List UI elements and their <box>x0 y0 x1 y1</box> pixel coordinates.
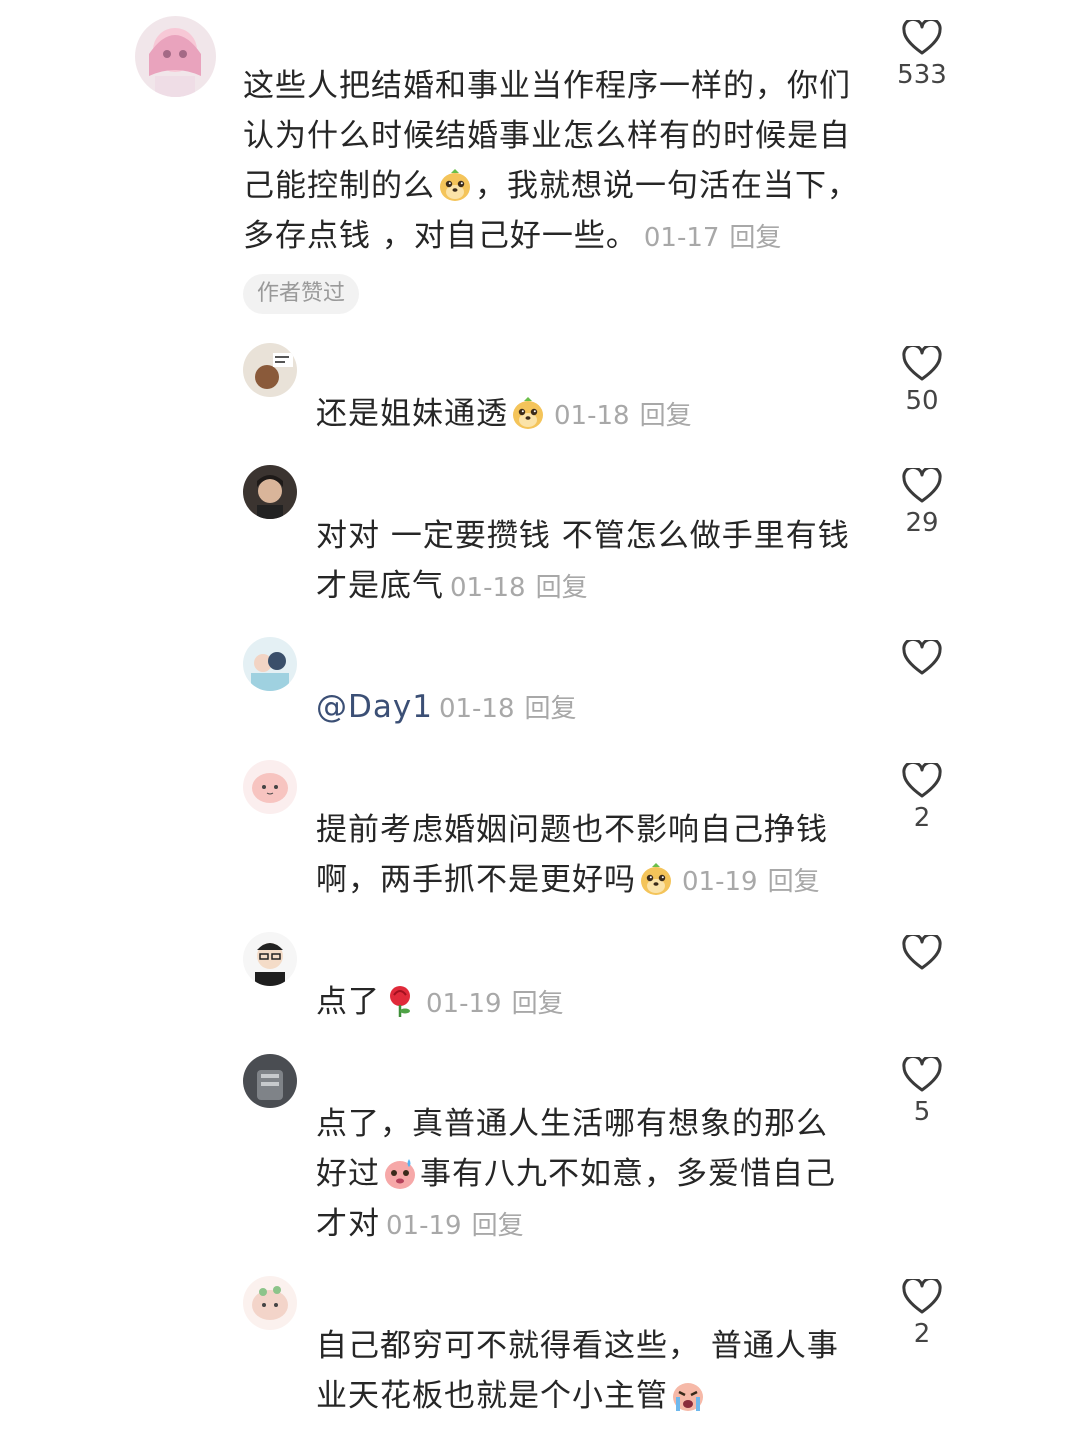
mention-link[interactable]: @Day1 <box>316 689 433 725</box>
like-button[interactable] <box>882 640 962 712</box>
dog-face-emoji <box>638 861 674 897</box>
like-count <box>882 975 962 1007</box>
heart-icon[interactable] <box>902 640 942 676</box>
comment-text: @Day1 01-18 回复 <box>316 682 856 734</box>
comment-date: 01-18 <box>438 694 515 724</box>
heart-icon[interactable] <box>902 763 942 799</box>
dog-face-emoji <box>437 167 473 203</box>
comment-text: 点了，真普通人生活哪有想象的那么好过 事有八九不如意，多爱惜自己才对 01-19 回复 <box>316 1106 836 1242</box>
avatar[interactable] <box>243 1054 297 1108</box>
author-liked-badge: 作者赞过 <box>243 274 360 314</box>
comment-text: 提前考虑婚姻问题也不影响自己挣钱啊，两手抓不是更好吗 01-19 回复 <box>316 812 828 898</box>
like-button[interactable]: 29 <box>882 468 962 540</box>
avatar[interactable] <box>243 637 297 691</box>
avatar[interactable] <box>243 760 297 814</box>
comment-text: 点了 01-19 回复 <box>316 983 564 1020</box>
heart-icon[interactable] <box>902 1279 942 1315</box>
avatar[interactable] <box>243 343 297 397</box>
like-button[interactable] <box>882 935 962 1007</box>
heart-icon[interactable] <box>902 346 942 382</box>
comment-meta: 01-18 回复 <box>554 401 692 431</box>
reply-button[interactable]: 回复 <box>640 401 692 431</box>
comment-meta: 01-17 回复 <box>644 223 782 253</box>
like-button[interactable]: 2 <box>882 1279 962 1351</box>
like-button[interactable]: 533 <box>882 20 962 92</box>
like-count: 2 <box>913 1319 931 1349</box>
sweat-face-emoji <box>382 1155 418 1191</box>
avatar[interactable] <box>243 1276 297 1330</box>
like-count: 5 <box>913 1097 931 1127</box>
comment-text: 对对 一定要攒钱 不管怎么做手里有钱才是底气 01-18 回复 <box>316 518 850 604</box>
like-count <box>882 680 962 712</box>
avatar[interactable] <box>135 16 216 97</box>
comment-meta: 01-19 回复 <box>426 989 564 1019</box>
comment-meta: 01-18 回复 <box>439 694 577 724</box>
comment-date: 01-18 <box>554 401 630 431</box>
comment-meta: 01-19 回复 <box>682 867 820 897</box>
like-count: 2 <box>913 803 931 833</box>
avatar[interactable] <box>243 932 297 986</box>
heart-icon[interactable] <box>902 935 942 971</box>
rose-emoji <box>382 983 418 1019</box>
comment-date: 01-19 <box>682 867 758 897</box>
like-count: 50 <box>905 386 939 416</box>
comment-date: 01-17 <box>643 223 720 253</box>
like-count: 533 <box>897 60 947 90</box>
like-button[interactable]: 5 <box>882 1057 962 1129</box>
comment-date: 01-18 <box>450 573 526 603</box>
crying-face-emoji <box>670 1377 706 1413</box>
comment-date: 01-19 <box>386 1211 462 1241</box>
heart-icon[interactable] <box>902 468 942 504</box>
reply-button[interactable]: 回复 <box>512 989 564 1019</box>
comment-text: 这些人把结婚和事业当作程序一样的，你们认为什么时候结婚事业怎么样有的时候是自己能… <box>243 68 859 254</box>
avatar[interactable] <box>243 465 297 519</box>
like-count: 29 <box>905 508 939 538</box>
comment-text: 自己都穷可不就得看这些， 普通人事业天花板也就是个小主管 <box>316 1328 839 1414</box>
dog-face-emoji <box>510 395 546 431</box>
like-button[interactable]: 2 <box>882 763 962 835</box>
heart-icon[interactable] <box>902 1057 942 1093</box>
comment-meta: 01-19 回复 <box>386 1211 524 1241</box>
comment-date: 01-19 <box>426 989 502 1019</box>
reply-button[interactable]: 回复 <box>768 867 820 897</box>
reply-button[interactable]: 回复 <box>729 223 781 253</box>
reply-button[interactable]: 回复 <box>536 573 588 603</box>
comment-meta: 01-18 回复 <box>450 573 588 603</box>
reply-button[interactable]: 回复 <box>472 1211 524 1241</box>
comment-text: 还是姐妹通透 01-18 回复 <box>316 395 692 432</box>
reply-button[interactable]: 回复 <box>525 694 577 724</box>
heart-icon[interactable] <box>902 20 942 56</box>
like-button[interactable]: 50 <box>882 346 962 418</box>
